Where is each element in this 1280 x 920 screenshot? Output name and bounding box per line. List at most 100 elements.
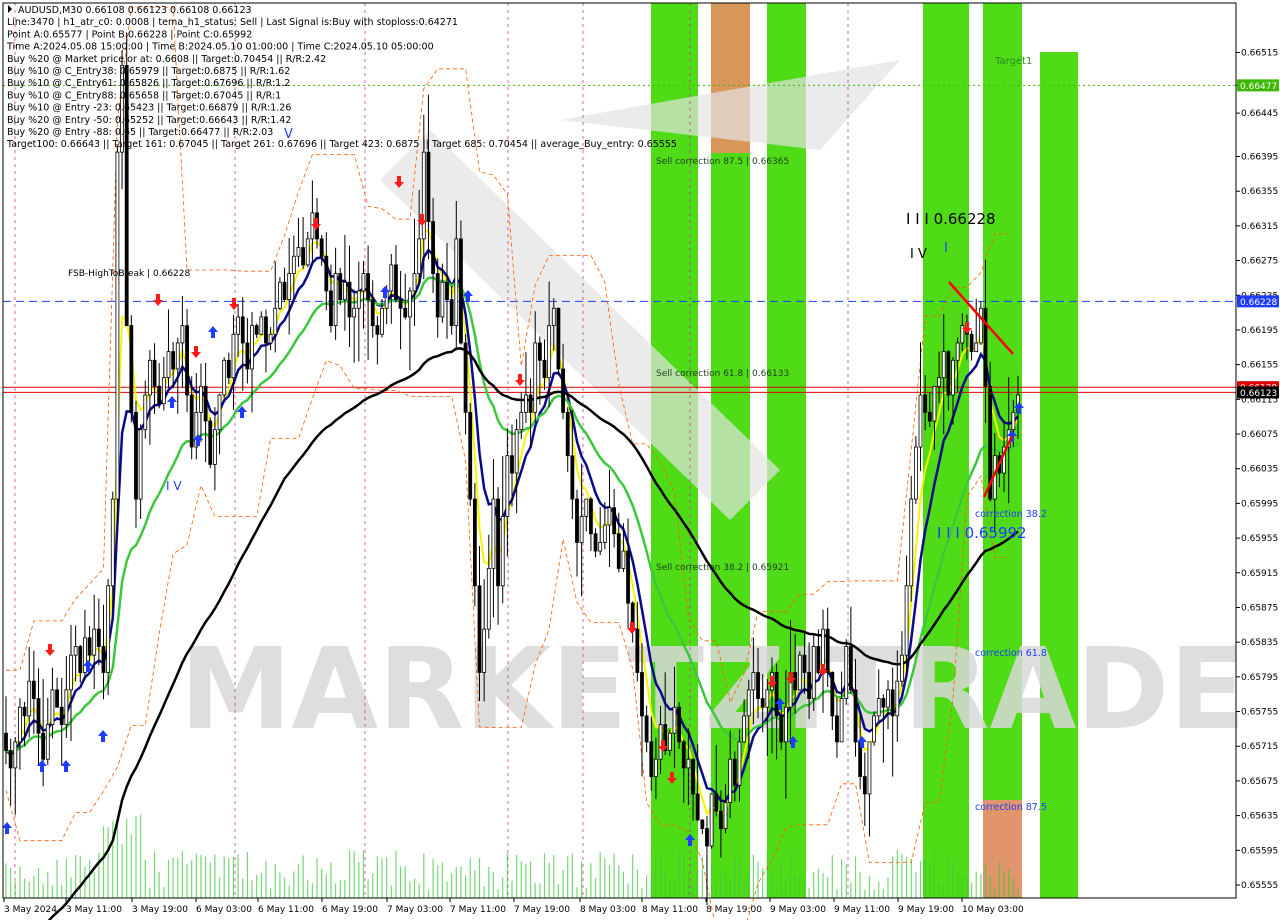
sell-arrow — [191, 346, 201, 358]
candle-body — [22, 706, 27, 717]
candle-body — [640, 672, 644, 717]
candle-body — [969, 333, 974, 353]
candle-body — [890, 689, 895, 717]
candle-body — [319, 238, 324, 257]
candle-body — [110, 498, 115, 587]
candle-body — [519, 411, 524, 431]
candle-body — [932, 385, 937, 422]
candle-body — [301, 247, 306, 266]
candle-body — [607, 507, 612, 526]
candle-body — [825, 628, 830, 673]
candle-body — [73, 646, 78, 656]
moving-averages — [5, 227, 1019, 920]
candle-body — [537, 342, 542, 361]
x-tick-label: 6 May 11:00 — [258, 905, 314, 915]
candle-body — [700, 819, 705, 830]
candle-body — [69, 654, 73, 691]
info-line: AUDUSD,M30 0.66108 0.66123 0.66108 0.661… — [18, 5, 252, 16]
candle-body — [612, 507, 617, 535]
candle-body — [217, 394, 222, 431]
x-tick-label: 9 May 03:00 — [770, 905, 826, 915]
candle-body — [575, 498, 579, 543]
candle-body — [398, 299, 403, 309]
candle-body — [616, 533, 621, 569]
candle-body — [157, 385, 162, 405]
zone-band — [1040, 52, 1078, 898]
candle-body — [342, 281, 347, 300]
candle-body — [551, 307, 556, 327]
candle-body — [626, 550, 630, 604]
candle-body — [793, 672, 798, 691]
candle-body — [589, 498, 593, 535]
candle-body — [681, 741, 686, 769]
candle-body — [4, 732, 8, 751]
candle-body — [389, 264, 394, 292]
y-tick-label: 0.66315 — [1241, 222, 1278, 232]
candle-body — [667, 732, 672, 751]
candle-body — [477, 585, 482, 673]
candle-body — [356, 290, 361, 309]
x-tick-label: 6 May 03:00 — [196, 905, 252, 915]
candle-body — [45, 724, 50, 760]
candle-body — [185, 325, 189, 396]
wave-label: I — [944, 241, 948, 256]
candle-body — [268, 333, 273, 344]
x-tick-label: 3 May 2024 — [4, 905, 57, 915]
candle-body — [556, 307, 561, 370]
watermark-text: MARKETZITRADE — [180, 625, 1246, 755]
candle-body — [978, 307, 983, 344]
candle-body — [380, 307, 384, 335]
candle-body — [491, 498, 496, 569]
x-tick-label: 6 May 19:00 — [322, 905, 378, 915]
candle-body — [78, 646, 83, 673]
candle-body — [974, 342, 979, 353]
candle-body — [751, 672, 756, 691]
info-line: Buy %20 @ Entry -88: 0.65 || Target:0.66… — [7, 127, 273, 138]
candle-body — [649, 741, 654, 777]
y-tick-label: 0.65555 — [1241, 881, 1278, 891]
candle-body — [816, 646, 821, 673]
candle-body — [927, 411, 932, 422]
candle-body — [524, 394, 528, 413]
candle-body — [598, 542, 603, 552]
candle-body — [621, 550, 626, 569]
candle-body — [918, 394, 923, 448]
annotation-label: Target1 — [994, 56, 1032, 67]
candle-body — [774, 672, 779, 717]
info-panel: AUDUSD,M30 0.66108 0.66123 0.66108 0.661… — [6, 5, 677, 150]
candle-body — [31, 680, 36, 699]
candle-body — [8, 750, 13, 769]
chart-canvas: MARKETZITRADE Sell correction 87.5 | 0.6… — [2, 2, 1279, 920]
x-tick-label: 8 May 03:00 — [580, 905, 636, 915]
candle-body — [394, 264, 398, 300]
info-line: Target100: 0.66643 || Target 161: 0.6704… — [6, 139, 677, 150]
candle-body — [152, 359, 157, 387]
candle-body — [64, 689, 69, 725]
candle-body — [672, 706, 677, 734]
candle-body — [27, 680, 32, 717]
annotation-label: Sell correction 38.2 | 0.65921 — [656, 563, 789, 573]
y-tick-label: 0.66445 — [1241, 109, 1278, 119]
candle-body — [55, 689, 59, 708]
candle-body — [718, 810, 723, 830]
candle-body — [259, 316, 264, 335]
candle-body — [579, 516, 584, 543]
candle-body — [208, 420, 213, 465]
candle-body — [705, 828, 709, 847]
candle-body — [13, 741, 18, 769]
candle-body — [440, 281, 445, 318]
candle-body — [867, 741, 872, 795]
annotation-label: I I I 0.66228 — [906, 210, 996, 228]
y-tick-label: 0.65795 — [1241, 673, 1278, 683]
y-tick-label: 0.65835 — [1241, 638, 1278, 648]
candle-body — [175, 342, 180, 370]
candle-body — [101, 646, 106, 673]
candle-body — [92, 628, 97, 656]
y-tick-label: 0.66515 — [1241, 48, 1278, 58]
buy-arrow — [98, 730, 108, 742]
candle-body — [644, 715, 649, 743]
candle-body — [180, 325, 185, 344]
candle-body — [59, 706, 64, 725]
y-tick-label: 0.65595 — [1241, 846, 1278, 856]
y-tick-label: 0.65955 — [1241, 534, 1278, 544]
